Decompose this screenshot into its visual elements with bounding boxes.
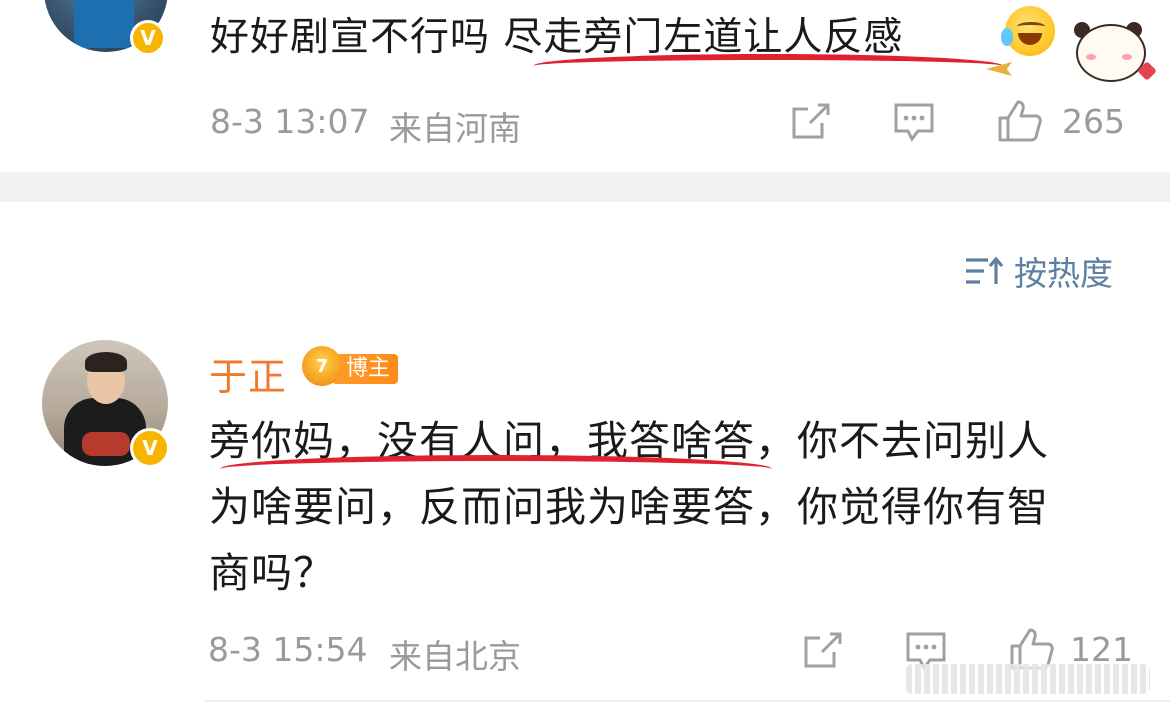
comment-icon[interactable] (892, 101, 936, 143)
comment-location: 来自北京 (389, 637, 521, 676)
comment-card-top: V 好好剧宣不行吗 尽走旁门左道让人反感 8-3 13:07 来自河南 265 (0, 0, 1170, 172)
bear-sticker-icon (1064, 18, 1157, 88)
sort-by-hot-button[interactable]: 按热度 (964, 247, 1113, 295)
comment-time: 8-3 15:54 (208, 630, 368, 669)
laughing-crying-emoji-icon (1001, 6, 1055, 56)
comment-time: 8-3 13:07 (210, 102, 370, 141)
comment-line: 为啥要问，反而问我为啥要答，你觉得你有智 (209, 483, 1049, 531)
blogger-badge-label: 博主 (332, 354, 399, 384)
verified-badge-icon: V (130, 20, 166, 56)
section-divider (0, 172, 1170, 202)
divider-line (205, 700, 1170, 702)
badge-level: 7 (315, 355, 329, 377)
like-count: 265 (1062, 102, 1125, 141)
verified-badge-icon: V (130, 428, 170, 468)
blogger-badge: 博主 7 (302, 346, 400, 388)
sort-label: 按热度 (1014, 254, 1113, 293)
like-icon[interactable] (996, 98, 1044, 144)
comment-line: 商吗？ (209, 549, 335, 597)
comment-location: 来自河南 (389, 109, 521, 148)
share-icon[interactable] (800, 630, 844, 670)
weibo-comments-screen: V 好好剧宣不行吗 尽走旁门左道让人反感 8-3 13:07 来自河南 265 (0, 0, 1170, 707)
username[interactable]: 于正 (209, 346, 287, 401)
share-icon[interactable] (788, 101, 832, 141)
crown-icon: 7 (302, 346, 342, 386)
watermark-overlay (906, 664, 1150, 694)
sort-icon (966, 256, 1004, 284)
comment-text: 旁你妈，没有人问，我答啥答，你不去问别人 为啥要问，反而问我为啥要答，你觉得你有… (209, 408, 1139, 606)
